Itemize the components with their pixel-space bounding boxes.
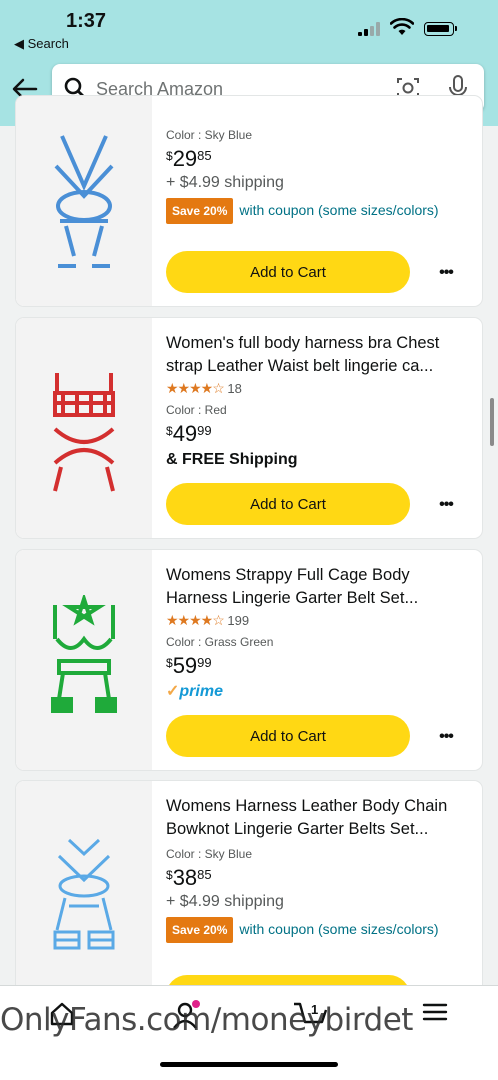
coupon-badge: Save 20% (166, 917, 234, 943)
harness-image (53, 373, 115, 492)
scroll-indicator[interactable] (490, 398, 494, 446)
product-color: Color : Sky Blue (166, 847, 253, 861)
product-price: $3885 (166, 865, 212, 890)
product-image[interactable] (16, 96, 152, 306)
product-color: Color : Red (166, 403, 227, 417)
product-card[interactable]: Women's full body harness bra Chest stra… (16, 318, 482, 538)
star-rating-icon: ★★★★☆ (166, 380, 225, 396)
watermark-text: OnlyFans.com/moneybirdet (0, 1002, 413, 1038)
product-image[interactable] (16, 550, 152, 770)
product-price: $4999 (166, 421, 212, 446)
product-title[interactable]: Womens Harness Leather Body Chain Bowkno… (166, 795, 470, 841)
harness-image (51, 595, 117, 713)
product-title[interactable]: Women's full body harness bra Chest stra… (166, 332, 470, 378)
star-rating-icon: ★★★★☆ (166, 612, 225, 628)
add-to-cart-button[interactable]: Add to Cart (166, 715, 410, 757)
rating[interactable]: ★★★★☆ 18 (166, 380, 470, 397)
wifi-icon (390, 18, 414, 35)
rating[interactable]: ★★★★☆ 199 (166, 612, 470, 629)
product-image[interactable] (16, 318, 152, 538)
status-bar: 1:37 ◀ Search (0, 0, 498, 56)
coupon-text[interactable]: with coupon (some sizes/colors) (239, 921, 438, 937)
prime-check-icon: ✓ (166, 683, 180, 700)
shipping-cost: + $4.99 shipping (166, 893, 284, 910)
coupon[interactable]: Save 20% with coupon (some sizes/colors) (166, 198, 470, 224)
harness-image (53, 838, 115, 950)
add-to-cart-button[interactable]: Add to Cart (166, 251, 410, 293)
cellular-signal-icon (358, 22, 380, 36)
home-indicator[interactable] (160, 1062, 338, 1067)
free-shipping: & FREE Shipping (166, 451, 298, 468)
product-price: $2985 (166, 146, 212, 171)
more-options-button[interactable]: ••• (432, 264, 460, 284)
coupon-badge: Save 20% (166, 198, 234, 224)
battery-icon (424, 22, 457, 36)
harness-image (54, 135, 114, 268)
more-options-button[interactable]: ••• (432, 496, 460, 516)
product-card[interactable]: Womens Strappy Full Cage Body Harness Li… (16, 550, 482, 770)
product-color: Color : Sky Blue (166, 128, 253, 142)
back-to-search-link[interactable]: ◀ Search (14, 36, 69, 52)
clock: 1:37 (66, 10, 107, 32)
shipping-cost: + $4.99 shipping (166, 174, 284, 191)
add-to-cart-button[interactable]: Add to Cart (166, 483, 410, 525)
product-price: $5999 (166, 653, 212, 678)
product-card[interactable]: Color : Sky Blue $2985 + $4.99 shipping … (16, 96, 482, 306)
product-title[interactable]: Womens Strappy Full Cage Body Harness Li… (166, 564, 470, 610)
product-color: Color : Grass Green (166, 635, 274, 649)
coupon-text[interactable]: with coupon (some sizes/colors) (239, 202, 438, 218)
coupon[interactable]: Save 20% with coupon (some sizes/colors) (166, 917, 470, 943)
prime-badge: ✓prime (166, 683, 223, 700)
more-options-button[interactable]: ••• (432, 728, 460, 748)
